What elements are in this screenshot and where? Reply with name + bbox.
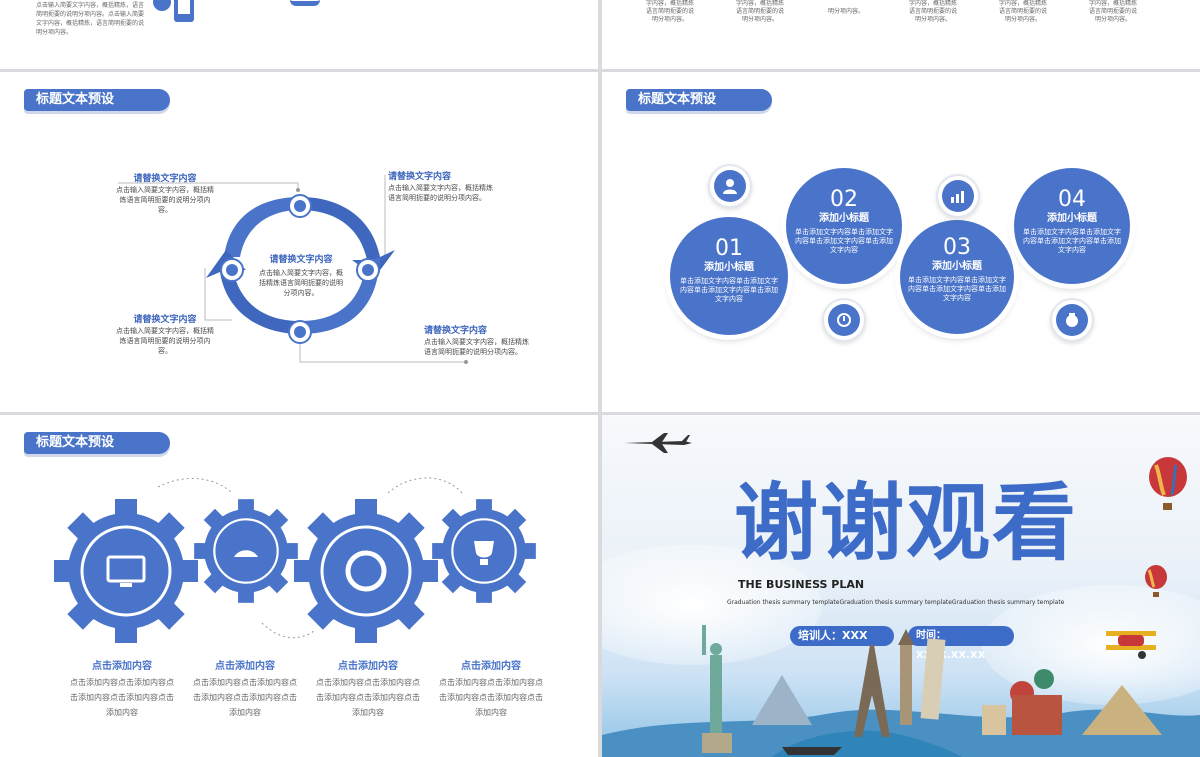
cycle-item-title: 请替换文字内容 <box>424 326 488 336</box>
bubble-title: 添加小标题 <box>704 262 754 273</box>
bubble-text: 单击添加文字内容单击添加文字内容单击添加文字内容单击添加文字内容 <box>1023 228 1121 254</box>
top-right-item: 字内容，概括精炼语言简明扼要的说明分项内容。 <box>1088 0 1137 23</box>
cycle-item-title: 请替换文字内容 <box>388 172 452 182</box>
refresh-icon <box>822 298 866 342</box>
biplane-icon <box>1106 631 1156 659</box>
top-right-item: 字内容，概括精炼语言简明扼要的说明分项内容。 <box>908 0 957 23</box>
bubble-number: 03 <box>943 235 971 260</box>
slide-cycle: 标题文本预设 请替换文字内容 点击输入简要文字内容，概括精炼语言简明扼要的说明分… <box>0 72 598 412</box>
bubble-text: 单击添加文字内容单击添加文字内容单击添加文字内容单击添加文字内容 <box>908 276 1006 302</box>
cycle-item-text: 点击输入简要文字内容，概括精炼语言简明扼要的说明分项内容。 <box>116 186 214 214</box>
bubble-text: 单击添加文字内容单击添加文字内容单击添加文字内容单击添加文字内容 <box>680 277 778 303</box>
chart-icon <box>936 174 980 218</box>
bubble-number: 02 <box>830 187 858 212</box>
bubble-04: 04 添加小标题 单击添加文字内容单击添加文字内容单击添加文字内容单击添加文字内… <box>1014 168 1130 284</box>
hot-air-balloon-icon <box>1149 457 1187 510</box>
arc-icon <box>290 0 320 6</box>
gear-item-2: 点击添加内容 点击添加内容点击添加内容点击添加内容点击添加内容点击添加内容 <box>190 660 300 720</box>
gear-item-4: 点击添加内容 点击添加内容点击添加内容点击添加内容点击添加内容点击添加内容 <box>436 660 546 720</box>
bubble-title: 添加小标题 <box>819 213 869 224</box>
top-right-item: 字内容，概括精炼语言简明扼要的说明分项内容。 <box>645 0 694 23</box>
cycle-item-title: 请替换文字内容 <box>133 174 197 184</box>
gear-item-title: 点击添加内容 <box>215 661 275 672</box>
cycle-center-title: 请替换文字内容 <box>269 255 333 265</box>
bubble-number: 01 <box>715 236 743 261</box>
top-right-item: 字内容，概括精炼语言简明扼要的说明分项内容。 <box>998 0 1047 23</box>
slide-top-right: 字内容，概括精炼语言简明扼要的说明分项内容。 字内容，概括精炼语言简明扼要的说明… <box>602 0 1200 69</box>
money-bag-icon <box>1050 298 1094 342</box>
cycle-center-text: 点击输入简要文字内容，概括精炼语言简明扼要的说明分项内容。 <box>259 269 343 297</box>
bubble-title: 添加小标题 <box>1047 213 1097 224</box>
cycle-item-text: 点击输入简要文字内容，概括精炼语言简明扼要的说明分项内容。 <box>388 184 493 202</box>
top-right-item: 明分项内容。 <box>827 8 864 15</box>
cycle-item-title: 请替换文字内容 <box>133 315 197 325</box>
slide-thanks: 谢谢观看 THE BUSINESS PLAN Graduation thesis… <box>602 415 1200 757</box>
gear-item-text: 点击添加内容点击添加内容点击添加内容点击添加内容点击添加内容 <box>439 678 543 717</box>
bubble-number: 04 <box>1058 187 1086 212</box>
hot-air-balloon-icon <box>1145 565 1167 597</box>
slide-top-left: 点击输入简要文字内容，概括精炼，语言简明扼要的说明分项内容。点击输入简要文字内容… <box>0 0 598 69</box>
phone-icon <box>150 0 198 24</box>
slide-title: 标题文本预设 <box>626 89 772 111</box>
thanks-subtitle: THE BUSINESS PLAN <box>738 578 865 591</box>
bubble-title: 添加小标题 <box>932 261 982 272</box>
bubble-02: 02 添加小标题 单击添加文字内容单击添加文字内容单击添加文字内容单击添加文字内… <box>786 168 902 284</box>
top-right-item: 字内容，概括精炼语言简明扼要的说明分项内容。 <box>735 0 784 23</box>
gear-item-title: 点击添加内容 <box>461 661 521 672</box>
gear-item-1: 点击添加内容 点击添加内容点击添加内容点击添加内容点击添加内容点击添加内容 <box>67 660 177 720</box>
gear-item-text: 点击添加内容点击添加内容点击添加内容点击添加内容点击添加内容 <box>316 678 420 717</box>
bubble-text: 单击添加文字内容单击添加文字内容单击添加文字内容单击添加文字内容 <box>795 228 893 254</box>
thanks-tagline: Graduation thesis summary templateGradua… <box>727 599 1065 606</box>
gear-item-text: 点击添加内容点击添加内容点击添加内容点击添加内容点击添加内容 <box>193 678 297 717</box>
bubble-03: 03 添加小标题 单击添加文字内容单击添加文字内容单击添加文字内容单击添加文字内… <box>900 220 1014 334</box>
gear-item-3: 点击添加内容 点击添加内容点击添加内容点击添加内容点击添加内容点击添加内容 <box>313 660 423 720</box>
cycle-item-text: 点击输入简要文字内容，概括精炼语言简明扼要的说明分项内容。 <box>116 327 214 355</box>
gear-item-title: 点击添加内容 <box>92 661 152 672</box>
user-icon <box>708 164 752 208</box>
cycle-item-text: 点击输入简要文字内容，概括精炼语言简明扼要的说明分项内容。 <box>424 338 529 356</box>
bubble-01: 01 添加小标题 单击添加文字内容单击添加文字内容单击添加文字内容单击添加文字内… <box>670 217 788 335</box>
thanks-title: 谢谢观看 <box>734 474 1079 572</box>
top-left-text: 点击输入简要文字内容，概括精炼，语言简明扼要的说明分项内容。点击输入简要文字内容… <box>36 2 145 36</box>
gear-item-text: 点击添加内容点击添加内容点击添加内容点击添加内容点击添加内容 <box>70 678 174 717</box>
slide-bubbles: 标题文本预设 01 添加小标题 单击添加文字内容单击添加文字内容单击添加文字内容… <box>602 72 1200 412</box>
slide-gears: 标题文本预设 点击添加内容 点击添加内容点击添加内容点击添加内容点击添加内容点击… <box>0 415 598 757</box>
airplane-icon <box>624 433 692 453</box>
gear-item-title: 点击添加内容 <box>338 661 398 672</box>
cycle-diagram <box>118 175 468 364</box>
